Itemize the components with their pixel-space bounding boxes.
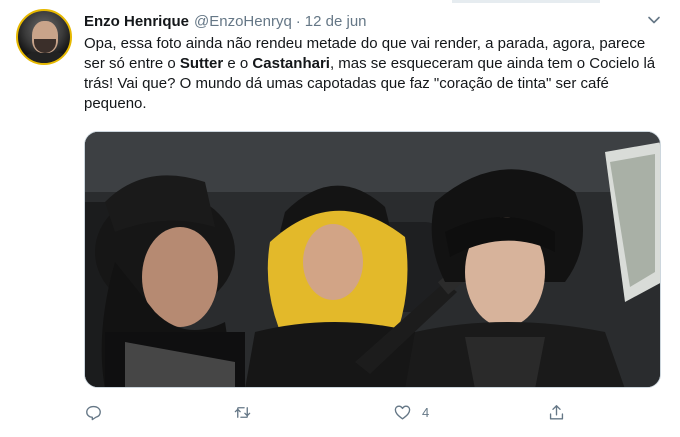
avatar[interactable] bbox=[16, 9, 72, 65]
action-bar: 4 bbox=[84, 398, 604, 426]
author-name[interactable]: Enzo Henrique bbox=[84, 13, 189, 30]
chevron-down-icon[interactable] bbox=[646, 12, 662, 28]
tweet-text-part: e o bbox=[223, 55, 253, 72]
reply-button[interactable] bbox=[84, 398, 103, 426]
like-count: 4 bbox=[422, 404, 430, 420]
share-button[interactable] bbox=[547, 398, 566, 426]
tweet-photo[interactable] bbox=[84, 131, 661, 388]
tweet-text-bold: Castanhari bbox=[252, 55, 330, 72]
retweet-icon bbox=[234, 406, 251, 418]
tweet-text: Opa, essa foto ainda não rendeu metade d… bbox=[84, 34, 664, 114]
tweet-date[interactable]: 12 de jun bbox=[305, 13, 367, 30]
like-button[interactable]: 4 bbox=[393, 398, 429, 426]
share-icon bbox=[549, 404, 564, 420]
car-photo-illustration bbox=[85, 132, 660, 387]
reply-icon bbox=[86, 405, 101, 420]
retweet-button[interactable] bbox=[233, 398, 252, 426]
tweet-card[interactable]: Enzo Henrique @EnzoHenryq · 12 de jun Op… bbox=[0, 0, 680, 437]
avatar-shirt bbox=[22, 51, 70, 63]
heart-icon bbox=[394, 404, 411, 420]
author-handle[interactable]: @EnzoHenryq bbox=[194, 13, 292, 30]
tweet-header: Enzo Henrique @EnzoHenryq · 12 de jun bbox=[84, 11, 367, 31]
separator-dot: · bbox=[295, 12, 301, 30]
tweet-text-bold: Sutter bbox=[179, 55, 224, 72]
